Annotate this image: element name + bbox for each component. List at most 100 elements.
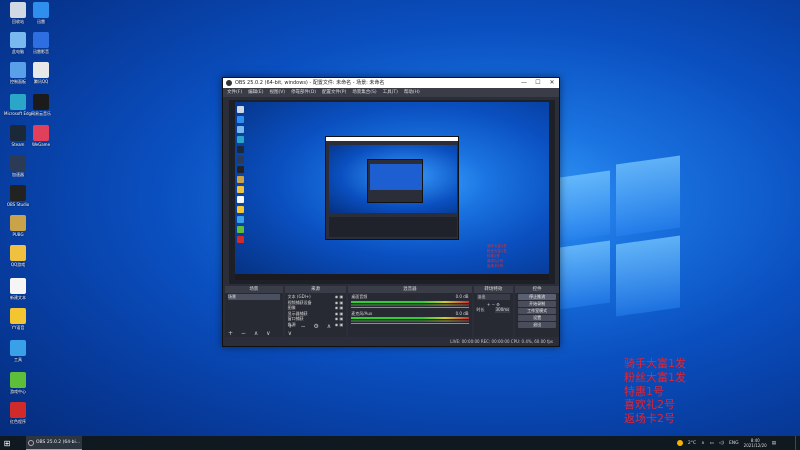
clock[interactable]: 8:40 2021/12/20 (744, 438, 767, 448)
desktop-icon[interactable]: OBS Studio (4, 185, 32, 207)
volume-slider[interactable] (351, 306, 469, 308)
maximize-button[interactable]: ☐ (531, 78, 545, 88)
scenes-header: 场景 (225, 286, 283, 293)
edge-icon (10, 94, 26, 110)
game-icon (33, 94, 49, 110)
obs-window[interactable]: OBS 25.0.2 (64-bit, windows) - 配置文件: 未命名… (222, 77, 560, 347)
desktop-icon[interactable]: 加速器 (4, 155, 32, 177)
desktop-icon[interactable]: 红色程序 (4, 402, 32, 424)
preview-canvas[interactable]: 骑手大富1发 粉丝大富1发 特惠1号 喜欢礼2号 返场卡2号 (235, 102, 549, 280)
obs-title-bar[interactable]: OBS 25.0.2 (64-bit, windows) - 配置文件: 未命名… (223, 78, 559, 88)
language-indicator[interactable]: ENG (729, 441, 739, 446)
start-recording-button[interactable]: 开始录制 (518, 301, 556, 307)
notification-icon[interactable]: ▤ (772, 441, 776, 446)
windows-icon[interactable]: ⊞ (0, 436, 14, 450)
preview-taskbar (235, 274, 549, 280)
settings-button[interactable]: 设置 (518, 315, 556, 321)
obs-icon (10, 185, 26, 201)
this-pc-icon (10, 32, 26, 48)
duration-input[interactable]: 300ms (494, 307, 511, 313)
desktop-icon-label: 迅雷 (37, 19, 45, 24)
desktop-icon[interactable]: 工具 (4, 340, 32, 362)
obs-title: OBS 25.0.2 (64-bit, windows) - 配置文件: 未命名… (235, 80, 385, 86)
tray-chevron-icon[interactable]: ∧ (701, 441, 704, 446)
desktop-icon-label: 网易云音乐 (31, 111, 51, 116)
desktop-icon[interactable]: 网易云音乐 (27, 94, 55, 116)
audio-meter (351, 317, 469, 320)
transitions-dock: 转场特效 淡出 + − ⚙ 时长 300ms (473, 286, 514, 338)
menu-view[interactable]: 视图(V) (269, 88, 285, 97)
controls-dock: 控件 停止推流 开始录制 工作室模式 设置 退出 (515, 286, 559, 338)
show-desktop-button[interactable] (795, 436, 798, 450)
mixer-dock: 混音器 桌面音频 0.0 dB 麦克风/Aux 0.0 dB (348, 286, 472, 338)
desktop-icon[interactable]: 迅雷影音 (27, 32, 55, 54)
obs-status-bar: LIVE: 00:00:00 REC: 00:00:00 CPU: 0.4%, … (223, 337, 559, 346)
desktop-icon[interactable]: WeGame (27, 125, 55, 147)
menu-tools[interactable]: 工具(T) (383, 88, 398, 97)
desktop-icon[interactable]: QQ游戏 (4, 245, 32, 267)
close-button[interactable]: ✕ (545, 78, 559, 88)
obs-menu-bar: 文件(F) 编辑(E) 视图(V) 停靠部件(D) 配置文件(P) 场景集合(S… (223, 88, 559, 97)
controls-header: 控件 (515, 286, 559, 293)
overlay-line: 返场卡2号 (624, 412, 675, 426)
game-center-icon (10, 372, 26, 388)
transitions-header: 转场特效 (473, 286, 514, 293)
menu-file[interactable]: 文件(F) (227, 88, 242, 97)
desktop-icon-label: 工具 (14, 357, 22, 362)
desktop-icon[interactable]: 新建文本 (4, 278, 32, 300)
transition-select[interactable]: 淡出 (476, 294, 511, 300)
sources-dock: 来源 文本 (GDI+) ◉ ▣ 视频捕获设备 ◉ ▣ 图像 ◉ ▣ 显示器捕获 ◉ ▣… (284, 286, 347, 338)
clock-date: 2021/12/20 (743, 443, 767, 448)
menu-docks[interactable]: 停靠部件(D) (291, 88, 316, 97)
source-controls[interactable]: + − ⚙ ∧ ∨ (288, 323, 347, 337)
duration-label: 时长 (476, 307, 485, 313)
qq-game-icon (10, 245, 26, 261)
preview-overlay-text: 骑手大富1发 粉丝大富1发 特惠1号 喜欢礼2号 返场卡2号 (487, 244, 507, 268)
desktop-icon[interactable]: PUBG (4, 215, 32, 237)
recycle-bin-icon (10, 2, 26, 18)
studio-mode-button[interactable]: 工作室模式 (518, 308, 556, 314)
network-icon[interactable]: ▭ (709, 441, 713, 446)
mixer-track-level: 0.0 dB (455, 310, 469, 316)
desktop-icon-label: 迅雷影音 (33, 49, 49, 54)
menu-profile[interactable]: 配置文件(P) (322, 88, 346, 97)
overlay-line: 骑手大富1发 (624, 357, 686, 370)
taskbar-app-label: OBS 25.0.2 (64-bi... (36, 440, 81, 445)
desktop-icon[interactable]: YY语音 (4, 308, 32, 330)
desktop-icon[interactable]: 腾讯QQ (27, 62, 55, 84)
nested-obs-preview (325, 136, 459, 240)
weather-temp[interactable]: 2°C (688, 441, 696, 446)
control-panel-icon (10, 62, 26, 78)
minimize-button[interactable]: — (517, 78, 531, 88)
exit-button[interactable]: 退出 (518, 322, 556, 328)
desktop-icon-label: WeGame (31, 142, 51, 147)
volume-slider[interactable] (351, 323, 469, 325)
mixer-track-name: 麦克风/Aux (351, 310, 373, 316)
desktop-icon-label: PUBG (12, 232, 24, 237)
overlay-line: 喜欢礼2号 (624, 398, 675, 412)
desktop-icon[interactable]: 游戏中心 (4, 372, 32, 394)
wegame-icon (33, 125, 49, 141)
steam-icon (10, 125, 26, 141)
volume-icon[interactable]: ◁) (719, 441, 724, 446)
pubg-icon (10, 215, 26, 231)
weather-icon[interactable] (676, 440, 683, 446)
xunlei-player-icon (33, 32, 49, 48)
obs-icon (28, 439, 34, 446)
menu-help[interactable]: 帮助(H) (404, 88, 420, 97)
text-file-icon (10, 278, 26, 294)
stop-streaming-button[interactable]: 停止推流 (518, 294, 556, 300)
desktop-icon[interactable]: 迅雷 (27, 2, 55, 24)
preview-area[interactable]: 骑手大富1发 粉丝大富1发 特惠1号 喜欢礼2号 返场卡2号 (229, 100, 555, 284)
sources-header: 来源 (284, 286, 347, 293)
windows-logo-wallpaper (560, 155, 680, 320)
desktop-icon-label: 加速器 (12, 172, 24, 177)
scene-controls[interactable]: + − ∧ ∨ (228, 330, 274, 337)
taskbar-obs-item[interactable]: OBS 25.0.2 (64-bi... (26, 436, 82, 450)
scene-item[interactable]: 场景 (228, 294, 280, 300)
obs-logo-icon (226, 80, 232, 86)
menu-edit[interactable]: 编辑(E) (248, 88, 263, 97)
menu-scene-collection[interactable]: 场景集合(S) (352, 88, 376, 97)
desktop-icon-label: 腾讯QQ (33, 79, 49, 84)
red-app-icon (10, 402, 26, 418)
